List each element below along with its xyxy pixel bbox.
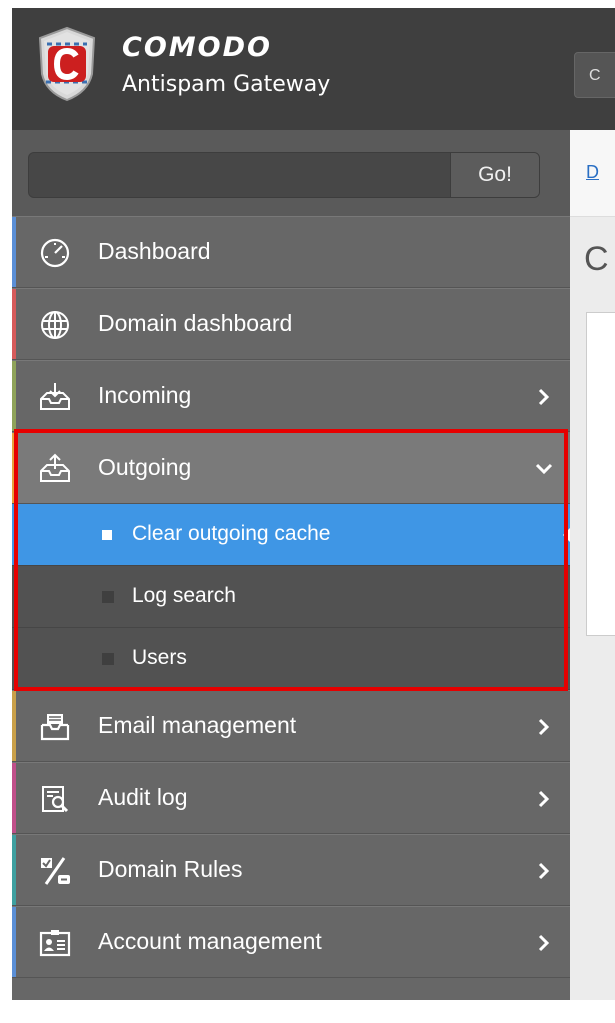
submenu-item-clear-outgoing-cache[interactable]: Clear outgoing cache bbox=[12, 504, 572, 566]
menu-label: Domain Rules bbox=[98, 856, 243, 882]
menu-label: Outgoing bbox=[98, 454, 192, 480]
submenu-item-log-search[interactable]: Log search bbox=[12, 566, 570, 628]
menu-item-domain-rules[interactable]: Domain Rules bbox=[12, 834, 570, 906]
menu-label: Email management bbox=[98, 712, 297, 738]
comodo-logo-icon bbox=[38, 26, 96, 102]
menu-label: Audit log bbox=[98, 784, 188, 810]
inbox-download-icon bbox=[40, 383, 70, 410]
bullet-square-icon bbox=[102, 591, 114, 603]
menu-item-domain-dashboard[interactable]: Domain dashboard bbox=[12, 288, 570, 360]
menu-stripe bbox=[12, 289, 16, 359]
breadcrumb-link[interactable]: D bbox=[586, 162, 599, 183]
chevron-right-icon bbox=[538, 388, 550, 406]
menu-item-incoming[interactable]: Incoming bbox=[12, 360, 570, 432]
main-menu: Dashboard Domain dashboard Incoming Outg… bbox=[12, 216, 572, 978]
bullet-square-icon bbox=[102, 530, 112, 540]
menu-label: Domain dashboard bbox=[98, 310, 293, 336]
menu-stripe bbox=[12, 907, 16, 977]
bullet-square-icon bbox=[102, 653, 114, 665]
brand-name: COMODO bbox=[122, 32, 272, 63]
main-content: D C bbox=[570, 130, 615, 1000]
audit-search-icon bbox=[42, 786, 69, 813]
chevron-right-icon bbox=[538, 718, 550, 736]
content-panel bbox=[586, 312, 615, 636]
globe-icon bbox=[41, 311, 69, 339]
chevron-right-icon bbox=[538, 790, 550, 808]
menu-stripe bbox=[12, 217, 16, 287]
menu-item-dashboard[interactable]: Dashboard bbox=[12, 216, 570, 288]
menu-stripe bbox=[12, 763, 16, 833]
go-button[interactable]: Go! bbox=[450, 153, 539, 197]
search-input[interactable]: Go! bbox=[28, 152, 540, 198]
app-window: COMODO Antispam Gateway C Go! Dashboard bbox=[12, 8, 615, 1000]
menu-item-account-management[interactable]: Account management bbox=[12, 906, 570, 978]
menu-label: Incoming bbox=[98, 382, 192, 408]
menu-stripe bbox=[12, 835, 16, 905]
menu-stripe bbox=[12, 433, 16, 503]
submenu-item-users[interactable]: Users bbox=[12, 628, 570, 690]
email-tray-icon bbox=[40, 714, 70, 741]
menu-stripe bbox=[12, 361, 16, 431]
page-title: C bbox=[584, 240, 609, 278]
percent-rules-icon bbox=[41, 857, 70, 885]
submenu-label: Log search bbox=[132, 584, 236, 607]
chevron-down-icon bbox=[535, 463, 553, 475]
menu-label: Account management bbox=[98, 928, 322, 954]
menu-label: Dashboard bbox=[98, 238, 211, 264]
menu-item-outgoing[interactable]: Outgoing bbox=[12, 432, 570, 504]
sidebar: Go! Dashboard Domain dashboard Incoming … bbox=[12, 130, 572, 1000]
header-button[interactable]: C bbox=[574, 52, 615, 98]
chevron-right-icon bbox=[538, 862, 550, 880]
menu-item-audit-log[interactable]: Audit log bbox=[12, 762, 570, 834]
submenu-label: Clear outgoing cache bbox=[132, 522, 331, 545]
top-bar: COMODO Antispam Gateway C bbox=[12, 8, 615, 130]
menu-item-email-management[interactable]: Email management bbox=[12, 690, 570, 762]
chevron-right-icon bbox=[538, 934, 550, 952]
product-name: Antispam Gateway bbox=[122, 72, 331, 97]
submenu-label: Users bbox=[132, 646, 187, 669]
menu-stripe bbox=[12, 691, 16, 761]
outbox-upload-icon bbox=[40, 453, 70, 482]
dashboard-gauge-icon bbox=[40, 238, 70, 268]
sidebar-search-bar: Go! bbox=[12, 130, 570, 217]
account-card-icon bbox=[39, 930, 71, 957]
breadcrumb: D bbox=[570, 130, 615, 217]
